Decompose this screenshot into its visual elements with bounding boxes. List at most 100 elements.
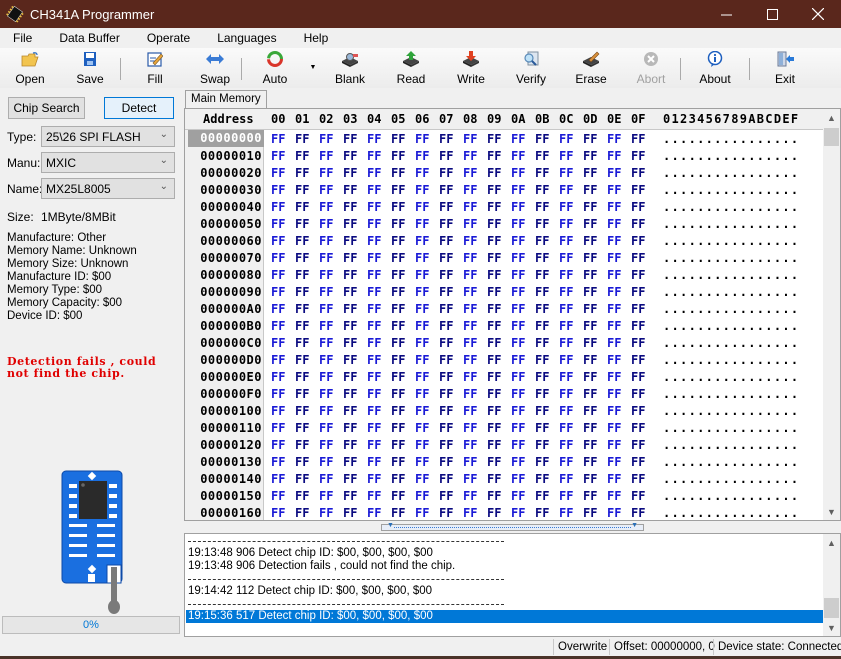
ascii-cell[interactable]: ................	[663, 472, 799, 486]
hex-byte-cell[interactable]: FF	[439, 455, 453, 469]
hex-byte-cell[interactable]: FF	[583, 319, 597, 333]
hex-byte-cell[interactable]: FF	[535, 234, 549, 248]
log-entry[interactable]: 19:13:48 906 Detection fails , could not…	[188, 560, 455, 573]
hex-byte-cell[interactable]: FF	[631, 234, 645, 248]
hex-byte-cell[interactable]: FF	[511, 285, 525, 299]
row-address[interactable]: 00000100	[188, 404, 264, 418]
hex-byte-cell[interactable]: FF	[367, 472, 381, 486]
hex-byte-cell[interactable]: FF	[367, 404, 381, 418]
hex-byte-cell[interactable]: FF	[535, 438, 549, 452]
hex-byte-cell[interactable]: FF	[511, 387, 525, 401]
hex-byte-cell[interactable]: FF	[583, 268, 597, 282]
hex-byte-cell[interactable]: FF	[295, 489, 309, 503]
hex-byte-cell[interactable]: FF	[271, 166, 285, 180]
hex-byte-cell[interactable]: FF	[607, 302, 621, 316]
hex-byte-cell[interactable]: FF	[439, 268, 453, 282]
hex-byte-cell[interactable]: FF	[343, 234, 357, 248]
hex-byte-cell[interactable]: FF	[463, 285, 477, 299]
hex-byte-cell[interactable]: FF	[343, 251, 357, 265]
row-address[interactable]: 00000050	[188, 217, 264, 231]
hex-byte-cell[interactable]: FF	[511, 132, 525, 146]
hex-byte-cell[interactable]: FF	[391, 217, 405, 231]
manufacturer-select[interactable]: MXIC ⌄	[41, 152, 175, 173]
hex-byte-cell[interactable]: FF	[391, 149, 405, 163]
ascii-cell[interactable]: ................	[663, 183, 799, 197]
hex-byte-cell[interactable]: FF	[463, 319, 477, 333]
hex-byte-cell[interactable]: FF	[583, 438, 597, 452]
hex-byte-cell[interactable]: FF	[607, 455, 621, 469]
hex-byte-cell[interactable]: FF	[487, 285, 501, 299]
ascii-cell[interactable]: ................	[663, 251, 799, 265]
hex-byte-cell[interactable]: FF	[271, 285, 285, 299]
hex-byte-cell[interactable]: FF	[583, 166, 597, 180]
hex-byte-cell[interactable]: FF	[535, 183, 549, 197]
hex-byte-cell[interactable]: FF	[535, 166, 549, 180]
hex-byte-cell[interactable]: FF	[319, 319, 333, 333]
hex-byte-cell[interactable]: FF	[535, 251, 549, 265]
hex-byte-cell[interactable]: FF	[439, 404, 453, 418]
hex-byte-cell[interactable]: FF	[511, 183, 525, 197]
hex-byte-cell[interactable]: FF	[439, 166, 453, 180]
hex-byte-cell[interactable]: FF	[631, 455, 645, 469]
hex-byte-cell[interactable]: FF	[463, 438, 477, 452]
hex-byte-cell[interactable]: FF	[271, 438, 285, 452]
hex-byte-cell[interactable]: FF	[583, 251, 597, 265]
hex-byte-cell[interactable]: FF	[583, 506, 597, 520]
hex-byte-cell[interactable]: FF	[535, 489, 549, 503]
hex-byte-cell[interactable]: FF	[319, 183, 333, 197]
log-vertical-scrollbar[interactable]: ▲ ▼	[823, 534, 840, 636]
hex-byte-cell[interactable]: FF	[319, 166, 333, 180]
hex-byte-cell[interactable]: FF	[391, 455, 405, 469]
hex-byte-cell[interactable]: FF	[367, 200, 381, 214]
auto-dropdown-button[interactable]: ▼	[308, 48, 318, 88]
hex-byte-cell[interactable]: FF	[463, 166, 477, 180]
hex-byte-cell[interactable]: FF	[271, 353, 285, 367]
hex-byte-cell[interactable]: FF	[295, 421, 309, 435]
tab-main-memory[interactable]: Main Memory	[185, 90, 267, 108]
ascii-cell[interactable]: ................	[663, 506, 799, 520]
hex-byte-cell[interactable]: FF	[511, 421, 525, 435]
hex-byte-cell[interactable]: FF	[319, 438, 333, 452]
hex-byte-cell[interactable]: FF	[535, 455, 549, 469]
hex-byte-cell[interactable]: FF	[463, 149, 477, 163]
hex-byte-cell[interactable]: FF	[559, 251, 573, 265]
hex-byte-cell[interactable]: FF	[559, 268, 573, 282]
hex-byte-cell[interactable]: FF	[631, 132, 645, 146]
swap-button[interactable]: Swap	[189, 48, 241, 88]
hex-byte-cell[interactable]: FF	[631, 404, 645, 418]
hex-byte-cell[interactable]: FF	[319, 472, 333, 486]
hex-byte-cell[interactable]: FF	[319, 506, 333, 520]
hex-byte-cell[interactable]: FF	[343, 506, 357, 520]
hex-byte-cell[interactable]: FF	[271, 506, 285, 520]
hex-byte-cell[interactable]: FF	[463, 370, 477, 384]
hex-byte-cell[interactable]: FF	[343, 438, 357, 452]
hex-byte-cell[interactable]: FF	[295, 268, 309, 282]
ascii-cell[interactable]: ................	[663, 455, 799, 469]
hex-byte-cell[interactable]: FF	[415, 506, 429, 520]
hex-byte-cell[interactable]: FF	[535, 200, 549, 214]
hex-byte-cell[interactable]: FF	[343, 302, 357, 316]
row-address[interactable]: 00000110	[188, 421, 264, 435]
hex-byte-cell[interactable]: FF	[415, 234, 429, 248]
hex-byte-cell[interactable]: FF	[367, 336, 381, 350]
hex-byte-cell[interactable]: FF	[415, 285, 429, 299]
hex-byte-cell[interactable]: FF	[271, 183, 285, 197]
hex-byte-cell[interactable]: FF	[631, 336, 645, 350]
hex-byte-cell[interactable]: FF	[367, 302, 381, 316]
hex-byte-cell[interactable]: FF	[631, 438, 645, 452]
hex-byte-cell[interactable]: FF	[319, 302, 333, 316]
scroll-down-icon[interactable]: ▼	[823, 619, 840, 636]
hex-byte-cell[interactable]: FF	[583, 404, 597, 418]
hex-byte-cell[interactable]: FF	[511, 302, 525, 316]
hex-byte-cell[interactable]: FF	[583, 472, 597, 486]
hex-byte-cell[interactable]: FF	[295, 319, 309, 333]
hex-byte-cell[interactable]: FF	[559, 387, 573, 401]
log-output[interactable]: 19:13:48 906 Detect chip ID: $00, $00, $…	[184, 533, 841, 637]
hex-byte-cell[interactable]: FF	[535, 387, 549, 401]
hex-byte-cell[interactable]: FF	[607, 217, 621, 231]
hex-byte-cell[interactable]: FF	[319, 132, 333, 146]
blank-button[interactable]: Blank	[318, 48, 382, 88]
hex-byte-cell[interactable]: FF	[511, 506, 525, 520]
hex-byte-cell[interactable]: FF	[295, 285, 309, 299]
hex-byte-cell[interactable]: FF	[271, 387, 285, 401]
